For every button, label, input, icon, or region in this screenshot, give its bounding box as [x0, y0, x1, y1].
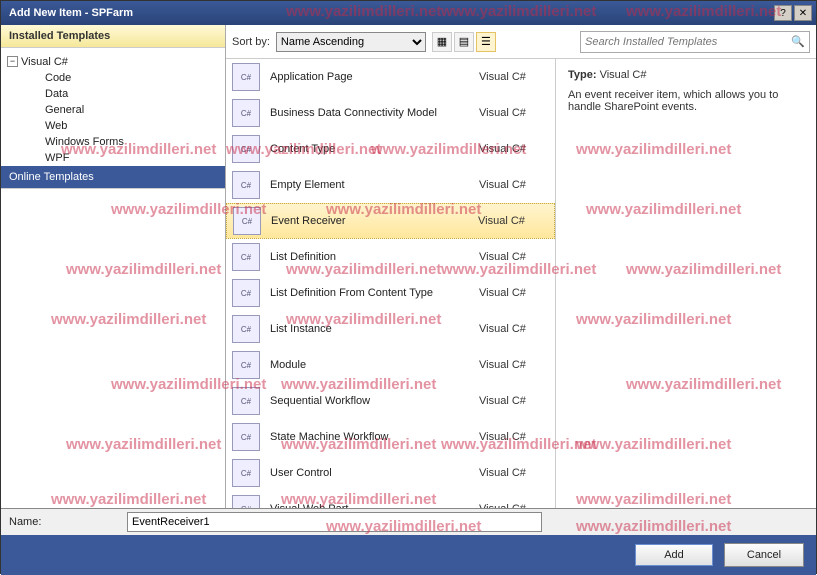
template-name: Event Receiver [271, 215, 478, 227]
view-small-icons[interactable]: ▦ [432, 32, 452, 52]
template-item[interactable]: C# List DefinitionVisual C# [226, 239, 555, 275]
view-details[interactable]: ☰ [476, 32, 496, 52]
toolbar: Sort by: Name Ascending ▦ ▤ ☰ 🔍 [226, 25, 816, 59]
help-button[interactable]: ? [774, 5, 792, 21]
template-lang: Visual C# [479, 323, 549, 335]
template-icon: C# [232, 171, 260, 199]
tree-node[interactable]: General [5, 102, 221, 118]
template-icon: C# [232, 279, 260, 307]
cancel-button[interactable]: Cancel [724, 543, 804, 567]
template-icon: C# [232, 459, 260, 487]
template-lang: Visual C# [479, 359, 549, 371]
template-lang: Visual C# [479, 467, 549, 479]
collapse-icon[interactable]: − [7, 56, 18, 67]
template-icon: C# [232, 351, 260, 379]
template-item[interactable]: C# Empty ElementVisual C# [226, 167, 555, 203]
template-icon: C# [232, 495, 260, 508]
template-name: Visual Web Part [270, 503, 479, 508]
template-lang: Visual C# [479, 143, 549, 155]
template-tree: −Visual C# CodeDataGeneralWebWindows For… [1, 48, 225, 166]
template-item[interactable]: C# Business Data Connectivity ModelVisual… [226, 95, 555, 131]
type-value: Visual C# [600, 69, 647, 81]
button-row: Add Cancel [1, 535, 816, 575]
template-item[interactable]: C# Visual Web PartVisual C# [226, 491, 555, 508]
window-title: Add New Item - SPFarm [5, 7, 772, 19]
search-icon: 🔍 [791, 35, 805, 48]
template-lang: Visual C# [479, 107, 549, 119]
template-name: Sequential Workflow [270, 395, 479, 407]
installed-templates-header[interactable]: Installed Templates [1, 25, 225, 48]
sortby-label: Sort by: [232, 36, 270, 48]
template-lang: Visual C# [479, 431, 549, 443]
view-medium-icons[interactable]: ▤ [454, 32, 474, 52]
template-icon: C# [232, 135, 260, 163]
template-lang: Visual C# [479, 503, 549, 508]
type-label: Type: [568, 69, 597, 81]
template-icon: C# [232, 243, 260, 271]
template-name: List Definition From Content Type [270, 287, 479, 299]
sidebar: Installed Templates −Visual C# CodeDataG… [1, 25, 226, 508]
template-name: List Definition [270, 251, 479, 263]
online-templates-header[interactable]: Online Templates [1, 166, 225, 189]
tree-node[interactable]: Web [5, 118, 221, 134]
close-button[interactable]: ✕ [794, 5, 812, 21]
template-icon: C# [232, 423, 260, 451]
tree-node[interactable]: Data [5, 86, 221, 102]
template-icon: C# [232, 387, 260, 415]
template-name: Application Page [270, 71, 479, 83]
template-item[interactable]: C# Content TypeVisual C# [226, 131, 555, 167]
template-lang: Visual C# [478, 215, 548, 227]
sortby-select[interactable]: Name Ascending [276, 32, 426, 52]
template-item[interactable]: C# List Definition From Content TypeVisua… [226, 275, 555, 311]
item-list[interactable]: C#Application PageVisual C#C#Business Da… [226, 59, 556, 508]
template-name: User Control [270, 467, 479, 479]
detail-pane: Type: Visual C# An event receiver item, … [556, 59, 816, 508]
add-button[interactable]: Add [634, 543, 714, 567]
search-box[interactable]: 🔍 [580, 31, 810, 53]
name-input[interactable] [127, 512, 542, 532]
tree-node-visual-csharp[interactable]: −Visual C# [5, 54, 221, 70]
template-icon: C# [232, 63, 260, 91]
template-item[interactable]: C# List InstanceVisual C# [226, 311, 555, 347]
template-name: Business Data Connectivity Model [270, 107, 479, 119]
template-lang: Visual C# [479, 395, 549, 407]
template-item[interactable]: C# User ControlVisual C# [226, 455, 555, 491]
tree-node[interactable]: Windows Forms [5, 134, 221, 150]
tree-node[interactable]: WPF [5, 150, 221, 166]
template-item[interactable]: C# ModuleVisual C# [226, 347, 555, 383]
titlebar: Add New Item - SPFarm ? ✕ [1, 1, 816, 25]
template-name: Empty Element [270, 179, 479, 191]
tree-node[interactable]: Code [5, 70, 221, 86]
description-text: An event receiver item, which allows you… [568, 89, 804, 113]
template-item[interactable]: C# Application PageVisual C# [226, 59, 555, 95]
template-item[interactable]: C# State Machine WorkflowVisual C# [226, 419, 555, 455]
template-item[interactable]: C# Event ReceiverVisual C# [226, 203, 555, 239]
template-lang: Visual C# [479, 251, 549, 263]
template-item[interactable]: C# Sequential WorkflowVisual C# [226, 383, 555, 419]
template-lang: Visual C# [479, 287, 549, 299]
template-name: List Instance [270, 323, 479, 335]
template-icon: C# [232, 315, 260, 343]
template-name: State Machine Workflow [270, 431, 479, 443]
template-name: Content Type [270, 143, 479, 155]
template-icon: C# [232, 99, 260, 127]
template-name: Module [270, 359, 479, 371]
name-row: Name: [1, 509, 816, 535]
template-icon: C# [233, 207, 261, 235]
template-lang: Visual C# [479, 179, 549, 191]
search-input[interactable] [585, 36, 791, 48]
template-lang: Visual C# [479, 71, 549, 83]
name-label: Name: [9, 516, 119, 528]
